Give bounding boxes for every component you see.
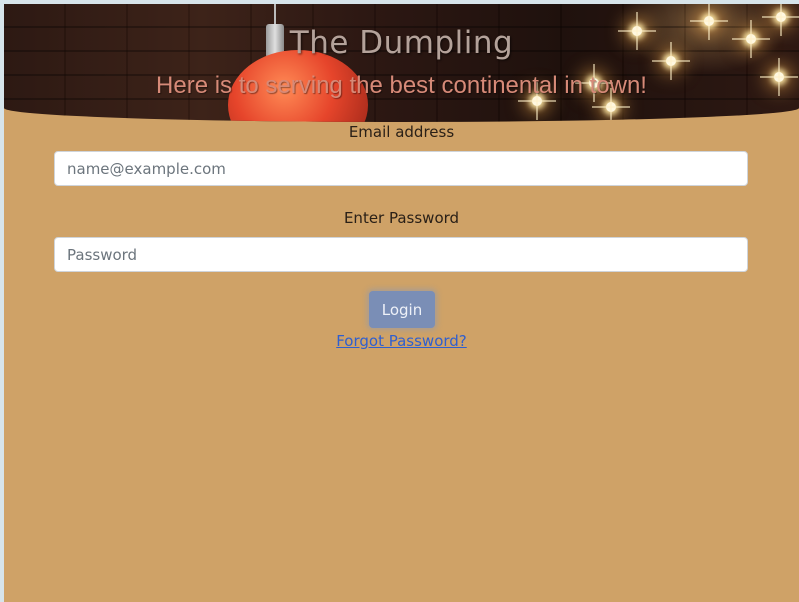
ornament-string	[274, 4, 276, 26]
email-label: Email address	[348, 123, 455, 141]
page: The Dumpling Here is to serving the best…	[4, 4, 799, 602]
password-label: Enter Password	[343, 209, 460, 227]
header-banner: The Dumpling Here is to serving the best…	[4, 4, 799, 122]
fairy-light	[776, 4, 786, 36]
fairy-light	[606, 88, 616, 122]
email-field[interactable]	[54, 151, 748, 186]
site-tagline: Here is to serving the best continental …	[156, 72, 647, 99]
brick-wall-background	[4, 4, 799, 122]
login-button[interactable]: Login	[369, 291, 435, 328]
forgot-password-link[interactable]: Forgot Password?	[336, 332, 467, 350]
forgot-password-container: Forgot Password?	[4, 332, 799, 350]
site-title: The Dumpling	[289, 25, 514, 61]
password-field[interactable]	[54, 237, 748, 272]
